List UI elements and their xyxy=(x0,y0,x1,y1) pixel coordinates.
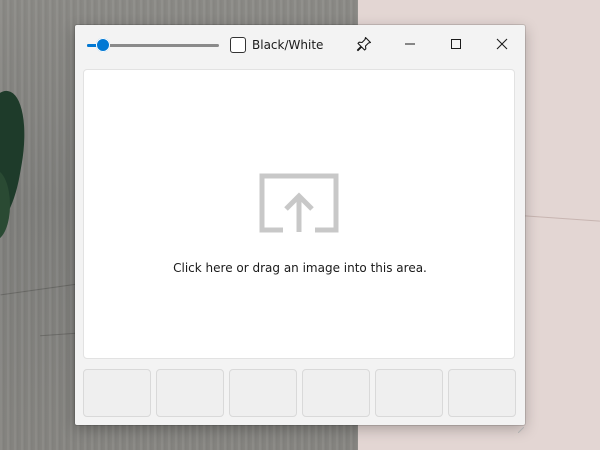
minimize-button[interactable] xyxy=(387,27,433,61)
resize-grip-icon[interactable] xyxy=(517,418,525,434)
checkbox-box[interactable] xyxy=(230,37,246,53)
app-window: Black/White Click here or drag an image … xyxy=(75,25,525,434)
thumbnail-slot-4[interactable] xyxy=(302,369,370,417)
thumbnail-slot-2[interactable] xyxy=(156,369,224,417)
drop-instruction-text: Click here or drag an image into this ar… xyxy=(173,261,427,275)
close-icon xyxy=(496,38,508,50)
threshold-slider[interactable] xyxy=(87,37,221,53)
thumbnail-slot-6[interactable] xyxy=(448,369,516,417)
black-white-checkbox[interactable]: Black/White xyxy=(230,36,323,54)
thumbnail-slot-3[interactable] xyxy=(229,369,297,417)
thumbnail-slot-5[interactable] xyxy=(375,369,443,417)
thumbnail-slot-1[interactable] xyxy=(83,369,151,417)
pin-button[interactable] xyxy=(341,27,387,61)
maximize-icon xyxy=(450,38,462,50)
thumbnail-strip xyxy=(83,369,517,417)
checkbox-label: Black/White xyxy=(252,38,324,52)
image-drop-area[interactable]: Click here or drag an image into this ar… xyxy=(83,69,515,359)
close-button[interactable] xyxy=(479,27,525,61)
titlebar: Black/White xyxy=(75,25,525,65)
minimize-icon xyxy=(404,38,416,50)
upload-icon xyxy=(259,172,339,234)
pin-icon xyxy=(356,36,372,52)
maximize-button[interactable] xyxy=(433,27,479,61)
marble-vein xyxy=(525,215,600,222)
slider-thumb[interactable] xyxy=(96,38,110,52)
